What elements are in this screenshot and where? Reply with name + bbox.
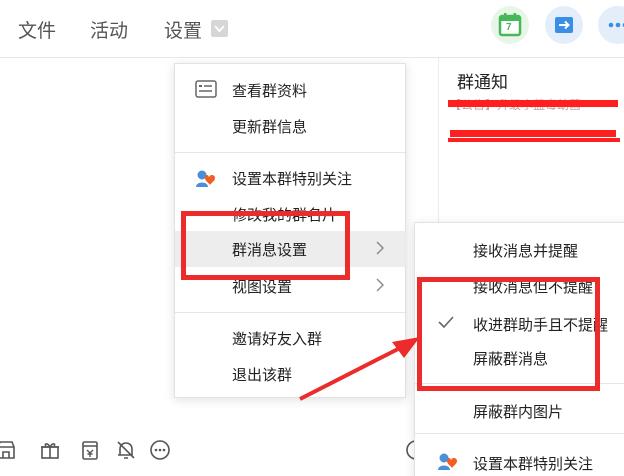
- more-icon: [608, 22, 624, 28]
- more-circle-icon[interactable]: [148, 438, 172, 462]
- submenu-item-label: 设置本群特别关注: [473, 456, 594, 473]
- menu-item-invite-friends[interactable]: 邀请好友入群: [175, 320, 407, 356]
- submenu-item-label: 接收消息并提醒: [473, 243, 579, 260]
- redaction-mark: [450, 130, 616, 137]
- annotation-highlight-box: [181, 211, 350, 280]
- menu-item-label: 邀请好友入群: [232, 331, 323, 348]
- menu-activity[interactable]: 活动: [90, 16, 128, 43]
- chevron-right-icon: [375, 277, 385, 298]
- menu-divider: [175, 152, 407, 153]
- menu-item-leave-group[interactable]: 退出该群: [175, 356, 407, 392]
- menu-item-label: 更新群信息: [232, 119, 308, 136]
- menu-file[interactable]: 文件: [18, 16, 56, 43]
- annotation-highlight-box: [417, 277, 600, 391]
- gift-icon[interactable]: [38, 438, 62, 462]
- red-packet-icon[interactable]: [78, 438, 102, 462]
- menu-item-update-group-info[interactable]: 更新群信息: [175, 108, 407, 144]
- menu-item-special-follow[interactable]: 设置本群特别关注: [175, 160, 407, 196]
- chevron-down-icon[interactable]: [211, 20, 228, 37]
- redaction-mark: [448, 138, 620, 142]
- more-app-button[interactable]: [598, 6, 624, 44]
- menu-settings[interactable]: 设置: [164, 16, 202, 43]
- chevron-right-icon: [375, 240, 385, 261]
- shop-icon[interactable]: [0, 438, 18, 462]
- submenu-divider: [415, 433, 624, 434]
- menu-divider: [175, 312, 407, 313]
- share-app-button[interactable]: [545, 6, 583, 44]
- calendar-app-button[interactable]: 7: [491, 6, 529, 44]
- share-icon: [555, 17, 573, 33]
- submenu-item-receive-and-notify[interactable]: 接收消息并提醒: [415, 231, 624, 267]
- submenu-item-label: 屏蔽群内图片: [473, 404, 564, 421]
- calendar-day-label: 7: [506, 22, 512, 33]
- menu-item-label: 查看群资料: [232, 83, 308, 100]
- menu-item-label: 退出该群: [232, 367, 293, 384]
- chat-toolbar: [0, 432, 438, 476]
- submenu-item-block-images[interactable]: 屏蔽群内图片: [415, 392, 624, 428]
- mute-bell-icon[interactable]: [114, 438, 138, 462]
- redaction-mark: [448, 100, 618, 107]
- profile-card-icon: [195, 80, 217, 103]
- group-notice-title: 群通知: [457, 73, 508, 92]
- top-menu-bar: 文件 活动 设置 7: [0, 0, 624, 58]
- menu-item-view-group-profile[interactable]: 查看群资料: [175, 72, 407, 108]
- menu-item-label: 设置本群特别关注: [232, 171, 353, 188]
- special-follow-icon: [437, 451, 461, 476]
- submenu-item-special-follow[interactable]: 设置本群特别关注: [415, 444, 624, 476]
- special-follow-icon: [195, 168, 219, 193]
